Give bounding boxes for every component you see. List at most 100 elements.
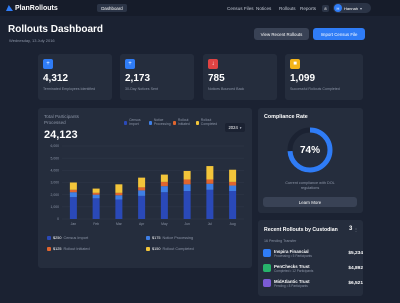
bank-icon <box>263 279 271 287</box>
bar-segment-census-import[interactable] <box>92 198 100 219</box>
legend-notice-processing: Notice Processing <box>149 118 173 127</box>
bar-segment-rollout-completed[interactable] <box>229 169 237 182</box>
bar-segment-notice-processing[interactable] <box>183 184 191 192</box>
user-name: Hannah <box>344 5 359 11</box>
bar-segment-census-import[interactable] <box>69 197 77 219</box>
legend-value: $250 <box>53 236 62 240</box>
y-tick-label: 0 <box>57 217 59 221</box>
user-menu[interactable]: H Hannah ▾ <box>333 3 371 13</box>
bar-segment-notice-processing[interactable] <box>229 185 237 192</box>
learn-more-label: Learn More <box>298 199 322 205</box>
bank-icon <box>263 264 271 272</box>
view-recent-rollouts-button[interactable]: View Recent Rollouts <box>254 28 309 40</box>
y-tick-label: 3,000 <box>51 181 60 185</box>
bar-segment-census-import[interactable] <box>160 192 168 219</box>
legend-summary-rollout-initiated: $125 Rollout Initiated <box>47 247 90 251</box>
compliance-percent: 74% <box>299 145 320 156</box>
bar-segment-rollout-completed[interactable] <box>160 174 168 182</box>
tab-dashboard[interactable]: Dashboard <box>97 4 127 12</box>
nav-link-reports[interactable]: Reports <box>300 6 316 11</box>
bar-segment-notice-processing[interactable] <box>160 186 168 193</box>
bar-segment-notice-processing[interactable] <box>138 190 146 196</box>
x-tick-label: Aug <box>230 222 236 226</box>
bar-segment-rollout-completed[interactable] <box>69 182 77 190</box>
legend-label: Census Import <box>63 236 89 240</box>
stat-value: 1,099 <box>290 73 316 84</box>
bar-segment-rollout-initiated[interactable] <box>229 181 237 186</box>
legend-label: Rollout Completed <box>200 118 218 126</box>
bar-segment-rollout-initiated[interactable] <box>115 192 123 196</box>
list-item[interactable]: PenChecks Trust Completed • 12 Participa… <box>263 262 363 274</box>
bar-segment-notice-processing[interactable] <box>115 195 123 200</box>
nav-link-notices[interactable]: Notices <box>256 6 271 11</box>
logo-icon <box>6 5 13 11</box>
bar-segment-rollout-initiated[interactable] <box>206 179 214 184</box>
nav-link-census-files[interactable]: Census Files <box>227 6 254 11</box>
bar-segment-notice-processing[interactable] <box>206 183 214 190</box>
y-tick-label: 4,000 <box>51 169 60 173</box>
bar-segment-rollout-completed[interactable] <box>92 188 100 193</box>
stat-card-terminated: + 4,312 Terminated Employees Identified <box>38 54 112 100</box>
notification-badge[interactable]: 8 <box>322 4 329 12</box>
bar-segment-census-import[interactable] <box>229 191 237 219</box>
arrow-down-icon: ↓ <box>208 59 218 69</box>
bar-segment-census-import[interactable] <box>206 189 214 219</box>
bar-segment-rollout-completed[interactable] <box>206 166 214 180</box>
stat-card-notices-sent: + 2,173 30-Day Notices Sent <box>120 54 194 100</box>
legend-swatch <box>149 120 152 125</box>
view-recent-rollouts-label: View Recent Rollouts <box>260 31 303 37</box>
pending-transfer-text: 16 Pending Transfer <box>264 239 297 243</box>
compliance-title: Compliance Rate <box>264 114 308 120</box>
learn-more-button[interactable]: Learn More <box>263 197 357 207</box>
custodian-amount: $4,892 <box>348 265 363 271</box>
y-tick-label: 6,000 <box>51 144 60 148</box>
bank-icon <box>263 249 271 257</box>
bar-segment-census-import[interactable] <box>115 199 123 219</box>
import-census-file-button[interactable]: Import Census File <box>313 28 365 40</box>
legend-label: Rollout Initiated <box>63 247 90 251</box>
bar-segment-rollout-initiated[interactable] <box>69 189 77 193</box>
custodian-detail: Pending • 8 Participants <box>274 283 308 288</box>
bar-segment-notice-processing[interactable] <box>92 194 100 199</box>
legend-rollout-initiated: Rollout Initiated <box>173 118 195 127</box>
chart-title: Total Participants Processed <box>44 114 79 125</box>
logo[interactable]: PlanRollouts <box>6 3 58 13</box>
x-tick-label: Jun <box>184 222 190 226</box>
stat-card-bounced: ↓ 785 Notices Bounced Back <box>203 54 277 100</box>
bar-segment-census-import[interactable] <box>183 191 191 219</box>
logo-text: PlanRollouts <box>15 4 58 12</box>
nav-link-rollouts[interactable]: Rollouts <box>279 6 296 11</box>
y-tick-label: 2,000 <box>51 193 60 197</box>
stat-value: 4,312 <box>43 73 69 84</box>
legend-value: $125 <box>53 247 62 251</box>
year-select[interactable]: 2024 ▾ <box>225 123 245 132</box>
year-select-value: 2024 <box>228 125 238 130</box>
stacked-bar-chart: 0 1,000 2,000 3,000 4,000 5,000 6,000 Jan Feb Mar… <box>51 144 244 226</box>
stat-card-completed: ■ 1,099 Successful Rollouts Completed <box>285 54 363 100</box>
legend-label: Rollout Initiated <box>177 118 190 126</box>
notification-count: 8 <box>324 5 327 11</box>
legend-swatch <box>146 236 150 240</box>
custodian-detail: Processing • 5 Participants <box>274 253 312 258</box>
bar-segment-rollout-initiated[interactable] <box>183 179 191 185</box>
legend-swatch <box>47 236 51 240</box>
legend-label: Census Import <box>129 118 141 126</box>
legend-swatch <box>173 120 176 125</box>
bar-segment-census-import[interactable] <box>138 195 146 219</box>
bar-segment-rollout-completed[interactable] <box>138 177 146 188</box>
legend-label: Notice Processing <box>162 236 194 240</box>
x-tick-label: Jan <box>71 222 77 226</box>
x-tick-label: Apr <box>139 222 145 226</box>
bar-segment-rollout-completed[interactable] <box>183 170 191 180</box>
bar-segment-rollout-initiated[interactable] <box>138 187 146 191</box>
list-item[interactable]: Inspira Financial Processing • 5 Partici… <box>263 247 363 259</box>
bar-segment-rollout-initiated[interactable] <box>160 181 168 187</box>
bar-segment-notice-processing[interactable] <box>69 192 77 198</box>
bar-segment-rollout-completed[interactable] <box>115 184 123 193</box>
stat-label: Notices Bounced Back <box>208 87 245 91</box>
list-item[interactable]: MidAtlantic Trust Pending • 8 Participan… <box>263 277 363 289</box>
more-icon[interactable]: ⋮ <box>354 227 358 232</box>
bar-segment-rollout-initiated[interactable] <box>92 192 100 195</box>
stat-label: Terminated Employees Identified <box>43 87 96 91</box>
y-tick-label: 5,000 <box>51 156 60 160</box>
